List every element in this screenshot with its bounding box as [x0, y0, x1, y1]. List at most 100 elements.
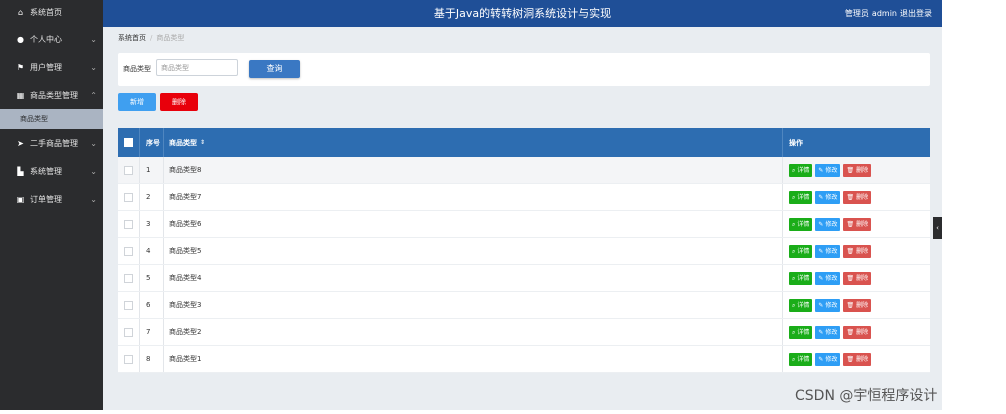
delete-button[interactable]: 🗑 删除: [843, 352, 872, 366]
header-user-area: 管理员 admin 退出登录: [842, 0, 932, 27]
breadcrumb-home[interactable]: 系统首页: [118, 34, 146, 42]
trash-icon: 🗑: [846, 220, 855, 228]
edit-button[interactable]: ✎ 修改: [815, 244, 841, 258]
delete-button[interactable]: 🗑 删除: [843, 190, 872, 204]
detail-button[interactable]: ⌕ 详情: [789, 352, 813, 366]
row-ops: ⌕ 详情 ✎ 修改 🗑 删除: [783, 265, 930, 291]
logout-link[interactable]: 退出登录: [900, 9, 932, 18]
chevron-down-icon: ⌄: [90, 138, 97, 148]
edit-button[interactable]: ✎ 修改: [815, 217, 841, 231]
table-row[interactable]: 8 商品类型1 ⌕ 详情 ✎ 修改 🗑 删除: [118, 346, 930, 373]
chevron-down-icon: ⌄: [90, 166, 97, 176]
row-name: 商品类型6: [164, 211, 783, 237]
row-checkbox-cell: [118, 319, 140, 345]
column-header-ops: 操作: [789, 138, 803, 147]
trash-icon: 🗑: [846, 247, 855, 255]
edit-label: 修改: [825, 166, 838, 174]
delete-button[interactable]: 🗑 删除: [843, 217, 872, 231]
table-row[interactable]: 1 商品类型8 ⌕ 详情 ✎ 修改 🗑 删除: [118, 157, 930, 184]
search-icon: ⌕: [792, 301, 796, 309]
edit-label: 修改: [825, 355, 838, 363]
table-header: 序号 商品类型 ⇕ 操作: [118, 128, 930, 157]
sidebar-item-secondhand[interactable]: ➤ 二手商品管理 ⌄: [0, 129, 103, 157]
row-name: 商品类型5: [164, 238, 783, 264]
detail-button[interactable]: ⌕ 详情: [789, 217, 813, 231]
row-ops: ⌕ 详情 ✎ 修改 🗑 删除: [783, 238, 930, 264]
breadcrumb-separator: /: [150, 34, 153, 42]
row-checkbox[interactable]: [124, 246, 133, 256]
trash-icon: 🗑: [846, 301, 855, 309]
row-checkbox[interactable]: [124, 327, 133, 337]
table-row[interactable]: 7 商品类型2 ⌕ 详情 ✎ 修改 🗑 删除: [118, 319, 930, 346]
delete-label: 删除: [856, 355, 869, 363]
row-checkbox[interactable]: [124, 165, 133, 175]
edit-button[interactable]: ✎ 修改: [815, 271, 841, 285]
sidebar-item-label: 订单管理: [30, 194, 62, 204]
table-icon: ▦: [16, 90, 25, 100]
row-no: 3: [140, 211, 164, 237]
sidebar-item-label: 个人中心: [30, 34, 62, 44]
chevron-down-icon: ⌄: [90, 62, 97, 72]
delete-button[interactable]: 🗑 删除: [843, 298, 872, 312]
sort-icon[interactable]: ⇕: [200, 139, 205, 146]
edit-label: 修改: [825, 220, 838, 228]
watermark: CSDN @宇恒程序设计: [795, 388, 938, 404]
delete-button[interactable]: 🗑 删除: [843, 244, 872, 258]
detail-button[interactable]: ⌕ 详情: [789, 298, 813, 312]
edit-button[interactable]: ✎ 修改: [815, 325, 841, 339]
detail-button[interactable]: ⌕ 详情: [789, 325, 813, 339]
sidebar-item-category-mgmt[interactable]: ▦ 商品类型管理 ⌃: [0, 81, 103, 109]
row-checkbox[interactable]: [124, 192, 133, 202]
detail-button[interactable]: ⌕ 详情: [789, 163, 813, 177]
search-input[interactable]: 商品类型: [156, 59, 238, 76]
detail-button[interactable]: ⌕ 详情: [789, 190, 813, 204]
edit-icon: ✎: [818, 193, 824, 201]
delete-label: 删除: [856, 247, 869, 255]
row-checkbox[interactable]: [124, 300, 133, 310]
table-row[interactable]: 6 商品类型3 ⌕ 详情 ✎ 修改 🗑 删除: [118, 292, 930, 319]
sidebar-item-label: 二手商品管理: [30, 138, 78, 148]
table-row[interactable]: 2 商品类型7 ⌕ 详情 ✎ 修改 🗑 删除: [118, 184, 930, 211]
row-checkbox-cell: [118, 346, 140, 372]
detail-button[interactable]: ⌕ 详情: [789, 244, 813, 258]
add-button[interactable]: 新增: [118, 93, 156, 111]
sidebar-subitem-category[interactable]: 商品类型: [0, 109, 103, 129]
row-checkbox[interactable]: [124, 273, 133, 283]
select-all-checkbox[interactable]: [124, 138, 133, 147]
table-row[interactable]: 3 商品类型6 ⌕ 详情 ✎ 修改 🗑 删除: [118, 211, 930, 238]
search-label: 商品类型: [123, 65, 151, 73]
column-header-name[interactable]: 商品类型 ⇕: [164, 128, 783, 157]
row-ops: ⌕ 详情 ✎ 修改 🗑 删除: [783, 157, 930, 183]
detail-label: 详情: [797, 247, 810, 255]
detail-button[interactable]: ⌕ 详情: [789, 271, 813, 285]
batch-delete-button[interactable]: 删除: [160, 93, 198, 111]
row-no: 4: [140, 238, 164, 264]
table-row[interactable]: 5 商品类型4 ⌕ 详情 ✎ 修改 🗑 删除: [118, 265, 930, 292]
delete-button[interactable]: 🗑 删除: [843, 325, 872, 339]
collapse-arrow-icon[interactable]: ‹: [933, 217, 942, 239]
row-checkbox[interactable]: [124, 219, 133, 229]
query-button[interactable]: 查询: [249, 60, 300, 78]
sidebar-item-orders[interactable]: ▣ 订单管理 ⌄: [0, 185, 103, 213]
edit-button[interactable]: ✎ 修改: [815, 298, 841, 312]
search-icon: ⌕: [792, 355, 796, 363]
row-ops: ⌕ 详情 ✎ 修改 🗑 删除: [783, 184, 930, 210]
edit-button[interactable]: ✎ 修改: [815, 163, 841, 177]
edit-button[interactable]: ✎ 修改: [815, 190, 841, 204]
detail-label: 详情: [797, 355, 810, 363]
edit-button[interactable]: ✎ 修改: [815, 352, 841, 366]
flag-icon: ⚑: [16, 62, 25, 72]
row-checkbox[interactable]: [124, 354, 133, 364]
sidebar-item-home[interactable]: ⌂ 系统首页: [0, 0, 103, 25]
delete-button[interactable]: 🗑 删除: [843, 163, 872, 177]
chevron-down-icon: ⌄: [90, 194, 97, 204]
delete-button[interactable]: 🗑 删除: [843, 271, 872, 285]
sidebar-item-profile[interactable]: ● 个人中心 ⌄: [0, 25, 103, 53]
detail-label: 详情: [797, 220, 810, 228]
sidebar-item-users[interactable]: ⚑ 用户管理 ⌄: [0, 53, 103, 81]
user-role: 管理员: [844, 9, 869, 18]
search-icon: ⌕: [792, 166, 796, 174]
breadcrumb-current: 商品类型: [156, 34, 185, 42]
table-row[interactable]: 4 商品类型5 ⌕ 详情 ✎ 修改 🗑 删除: [118, 238, 930, 265]
sidebar-item-system[interactable]: ▙ 系统管理 ⌄: [0, 157, 103, 185]
